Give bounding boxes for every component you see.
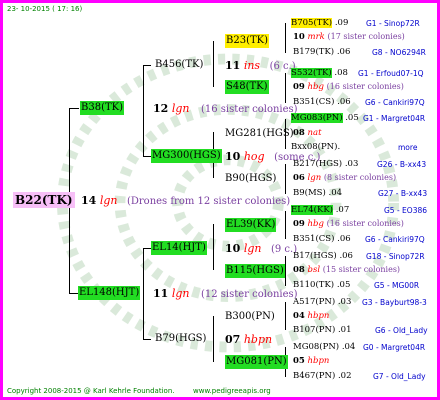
gen2-node[interactable]: B456(TK) <box>155 60 203 70</box>
root-queen[interactable]: B22(TK) <box>13 192 75 208</box>
gen4-row: S532(TK) .08 <box>291 68 348 78</box>
gen1-mother-drones: 12 lgn (16 sister colonies) <box>153 102 298 115</box>
connector <box>143 248 144 340</box>
gen4-row: B110(TK) .05 <box>293 280 351 290</box>
connector <box>69 108 79 109</box>
footer-site-link[interactable]: www.pedigreeapis.org <box>193 388 271 395</box>
gen2-node[interactable]: EL14(HJT) <box>151 241 207 255</box>
gen4-colony-link[interactable]: G18 - Sinop72R <box>366 253 425 261</box>
gen4-row: B351(CS) .06 <box>293 234 351 244</box>
gen4-row: B217(HGS) .03 <box>293 159 359 169</box>
connector <box>285 164 286 194</box>
gen4-row: Bxx08(PN). <box>291 142 341 152</box>
gen3-node[interactable]: B300(PN) <box>225 312 275 322</box>
gen4-drones: 08 nat <box>293 128 322 138</box>
gen1-father[interactable]: EL148(HJT) <box>78 286 141 300</box>
gen2-drones: 11 ins (6 c.) <box>225 59 296 72</box>
gen2-drones: 07 hbpn <box>225 333 273 346</box>
gen4-colony-link[interactable]: G3 - Bayburt98-3 <box>362 299 427 307</box>
gen4-colony-link[interactable]: G26 - B-xx43 <box>377 161 426 169</box>
gen3-node[interactable]: MG281(HGS) <box>225 129 294 139</box>
footer-copyright: Copyright 2008-2015 @ Karl Kehrle Founda… <box>7 387 175 395</box>
gen4-row: A517(PN) .03 <box>293 297 352 307</box>
connector <box>285 302 286 330</box>
gen4-drones: 04 hbpn <box>293 311 330 321</box>
gen4-row: B467(PN) .02 <box>293 371 352 381</box>
gen4-row: B107(PN) .01 <box>293 325 352 335</box>
gen4-row: B17(HGS) .06 <box>293 251 353 261</box>
gen4-drones: 05 hbpn <box>293 356 330 366</box>
gen4-colony-link[interactable]: G0 - Margret04R <box>363 344 425 352</box>
gen4-drones: 09 hbg (16 sister colonies) <box>293 82 404 92</box>
more-link[interactable]: more <box>398 144 417 152</box>
gen3-node[interactable]: MG081(PN) <box>225 355 288 369</box>
gen4-colony-link[interactable]: G8 - NO6294R <box>372 49 426 57</box>
connector <box>213 41 214 87</box>
gen3-node[interactable]: S48(TK) <box>225 80 269 94</box>
connector <box>285 256 286 286</box>
gen4-row: B179(TK) .06 <box>293 47 351 57</box>
connector <box>143 65 144 157</box>
gen4-row: B705(TK) .09 <box>291 18 349 28</box>
gen4-drones: 10 mrk (17 sister colonies) <box>293 32 405 42</box>
gen4-row: B9(MS) .04 <box>293 188 343 198</box>
gen3-node[interactable]: EL39(KK) <box>225 218 277 232</box>
connector <box>213 224 214 270</box>
gen4-colony-link[interactable]: G6 - Old_Lady <box>375 327 428 335</box>
connector <box>143 156 151 157</box>
gen2-node[interactable]: MG300(HGS) <box>151 149 222 163</box>
connector <box>143 248 151 249</box>
connector <box>285 23 286 53</box>
connector <box>285 211 286 239</box>
gen3-node[interactable]: B90(HGS) <box>225 174 276 184</box>
gen4-colony-link[interactable]: G1 - Erfoud07-1Q <box>358 70 424 78</box>
gen4-row: MG083(PN) .05 <box>291 113 359 123</box>
connector <box>143 339 151 340</box>
gen4-drones: 08 bsl (15 sister colonies) <box>293 265 401 275</box>
gen3-node[interactable]: B23(TK) <box>225 34 270 48</box>
gen4-colony-link[interactable]: G7 - Old_Lady <box>373 373 426 381</box>
connector <box>285 73 286 103</box>
root-drone-line: 14 lgn (Drones from 12 sister colonies) <box>81 194 291 207</box>
gen4-row: MG08(PN) .04 <box>293 342 356 352</box>
gen4-colony-link[interactable]: G1 - Margret04R <box>363 115 425 123</box>
gen4-colony-link[interactable]: G27 - B-xx43 <box>378 190 427 198</box>
gen4-drones: 06 lgn (8 sister colonies) <box>293 173 397 183</box>
pedigree-frame: 23- 10-2015 ( 17: 16) B22(TK) 14 lgn (Dr… <box>0 0 440 400</box>
connector <box>213 316 214 362</box>
gen4-colony-link[interactable]: G6 - Cankiri97Q <box>365 236 425 244</box>
connector <box>143 65 151 66</box>
gen1-mother[interactable]: B38(TK) <box>80 101 125 115</box>
gen2-drones: 10 lgn (9 c.) <box>225 242 298 255</box>
gen1-father-drones: 11 lgn (12 sister colonies) <box>153 287 298 300</box>
gen4-colony-link[interactable]: G6 - Cankiri97Q <box>365 99 425 107</box>
gen4-row: EL74(KK) .07 <box>291 205 350 215</box>
gen2-node[interactable]: B79(HGS) <box>155 334 206 344</box>
gen4-colony-link[interactable]: G1 - Sinop72R <box>366 20 420 28</box>
gen4-drones: 09 hbg (16 sister colonies) <box>293 219 404 229</box>
gen4-row: B351(CS) .06 <box>293 97 351 107</box>
gen4-colony-link[interactable]: G5 - MG00R <box>374 282 419 290</box>
header-date: 23- 10-2015 ( 17: 16) <box>7 5 83 13</box>
gen4-colony-link[interactable]: G5 - EO386 <box>384 207 427 215</box>
gen3-node[interactable]: B115(HGS) <box>225 264 285 278</box>
